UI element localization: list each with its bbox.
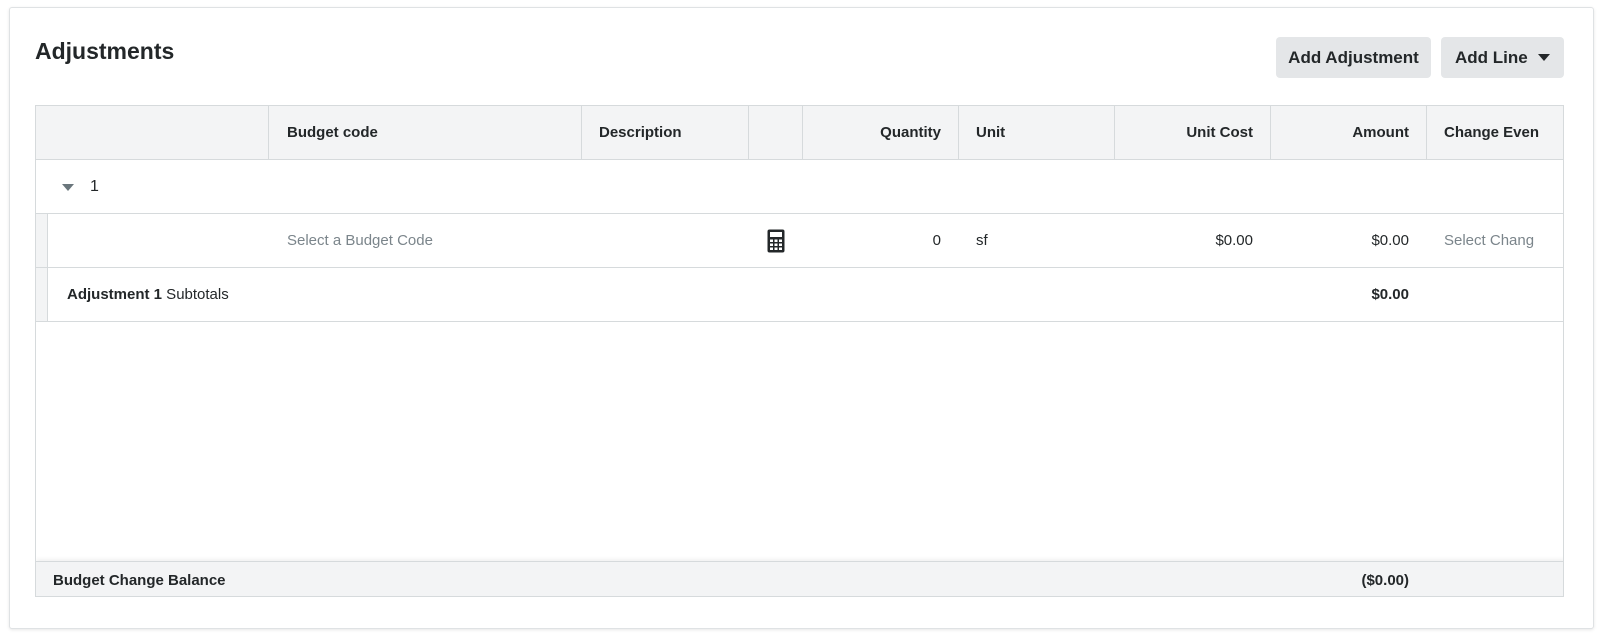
budget-code-select[interactable]: Select a Budget Code	[287, 214, 587, 267]
row-indent-gutter	[36, 214, 48, 267]
unit-cell[interactable]: sf	[976, 214, 1114, 267]
column-header-budget-code[interactable]: Budget code	[287, 106, 587, 159]
column-header-description[interactable]: Description	[599, 106, 759, 159]
subtotal-amount: $0.00	[1371, 286, 1409, 303]
chevron-down-icon	[1538, 54, 1550, 61]
subtotal-adjustment-name: Adjustment 1	[67, 286, 163, 303]
column-divider	[958, 106, 959, 160]
column-divider	[1426, 106, 1427, 160]
table-row: Select a Budget Code 0 sf $0.00 $0.00 Se…	[36, 214, 1563, 268]
collapse-caret-icon[interactable]	[62, 184, 74, 191]
column-divider	[268, 106, 269, 160]
add-line-dropdown-button[interactable]: Add Line	[1441, 37, 1564, 78]
column-header-expand	[36, 106, 268, 159]
adjustments-table: Budget code Description Quantity Unit Un…	[35, 105, 1564, 597]
subtotal-suffix: Subtotals	[162, 286, 229, 303]
column-header-amount[interactable]: Amount	[1271, 106, 1409, 159]
quantity-cell[interactable]: 0	[803, 214, 941, 267]
change-event-select[interactable]: Select Chang	[1444, 214, 1563, 267]
unit-cost-cell[interactable]: $0.00	[1115, 214, 1253, 267]
column-header-quantity[interactable]: Quantity	[803, 106, 941, 159]
column-header-unit[interactable]: Unit	[976, 106, 1116, 159]
column-divider	[581, 106, 582, 160]
adjustment-group-row[interactable]: 1	[36, 160, 1563, 214]
balance-amount: ($0.00)	[1361, 571, 1409, 589]
table-header: Budget code Description Quantity Unit Un…	[36, 106, 1563, 160]
add-line-label: Add Line	[1455, 47, 1528, 67]
budget-change-balance-row: Budget Change Balance ($0.00)	[36, 561, 1563, 596]
calculator-icon[interactable]	[749, 214, 802, 267]
row-indent-gutter	[36, 268, 48, 321]
column-header-change-event[interactable]: Change Even	[1444, 106, 1563, 159]
adjustment-group-number: 1	[90, 178, 99, 195]
column-header-calculator	[749, 106, 803, 159]
description-cell[interactable]	[599, 214, 748, 267]
column-header-unit-cost[interactable]: Unit Cost	[1115, 106, 1253, 159]
balance-label: Budget Change Balance	[53, 571, 226, 589]
amount-cell: $0.00	[1371, 232, 1409, 249]
add-adjustment-button[interactable]: Add Adjustment	[1276, 37, 1431, 78]
subtotal-label: Adjustment 1 Subtotals	[67, 268, 467, 321]
adjustment-subtotal-row: Adjustment 1 Subtotals $0.00	[36, 268, 1563, 322]
page-title: Adjustments	[35, 38, 175, 64]
